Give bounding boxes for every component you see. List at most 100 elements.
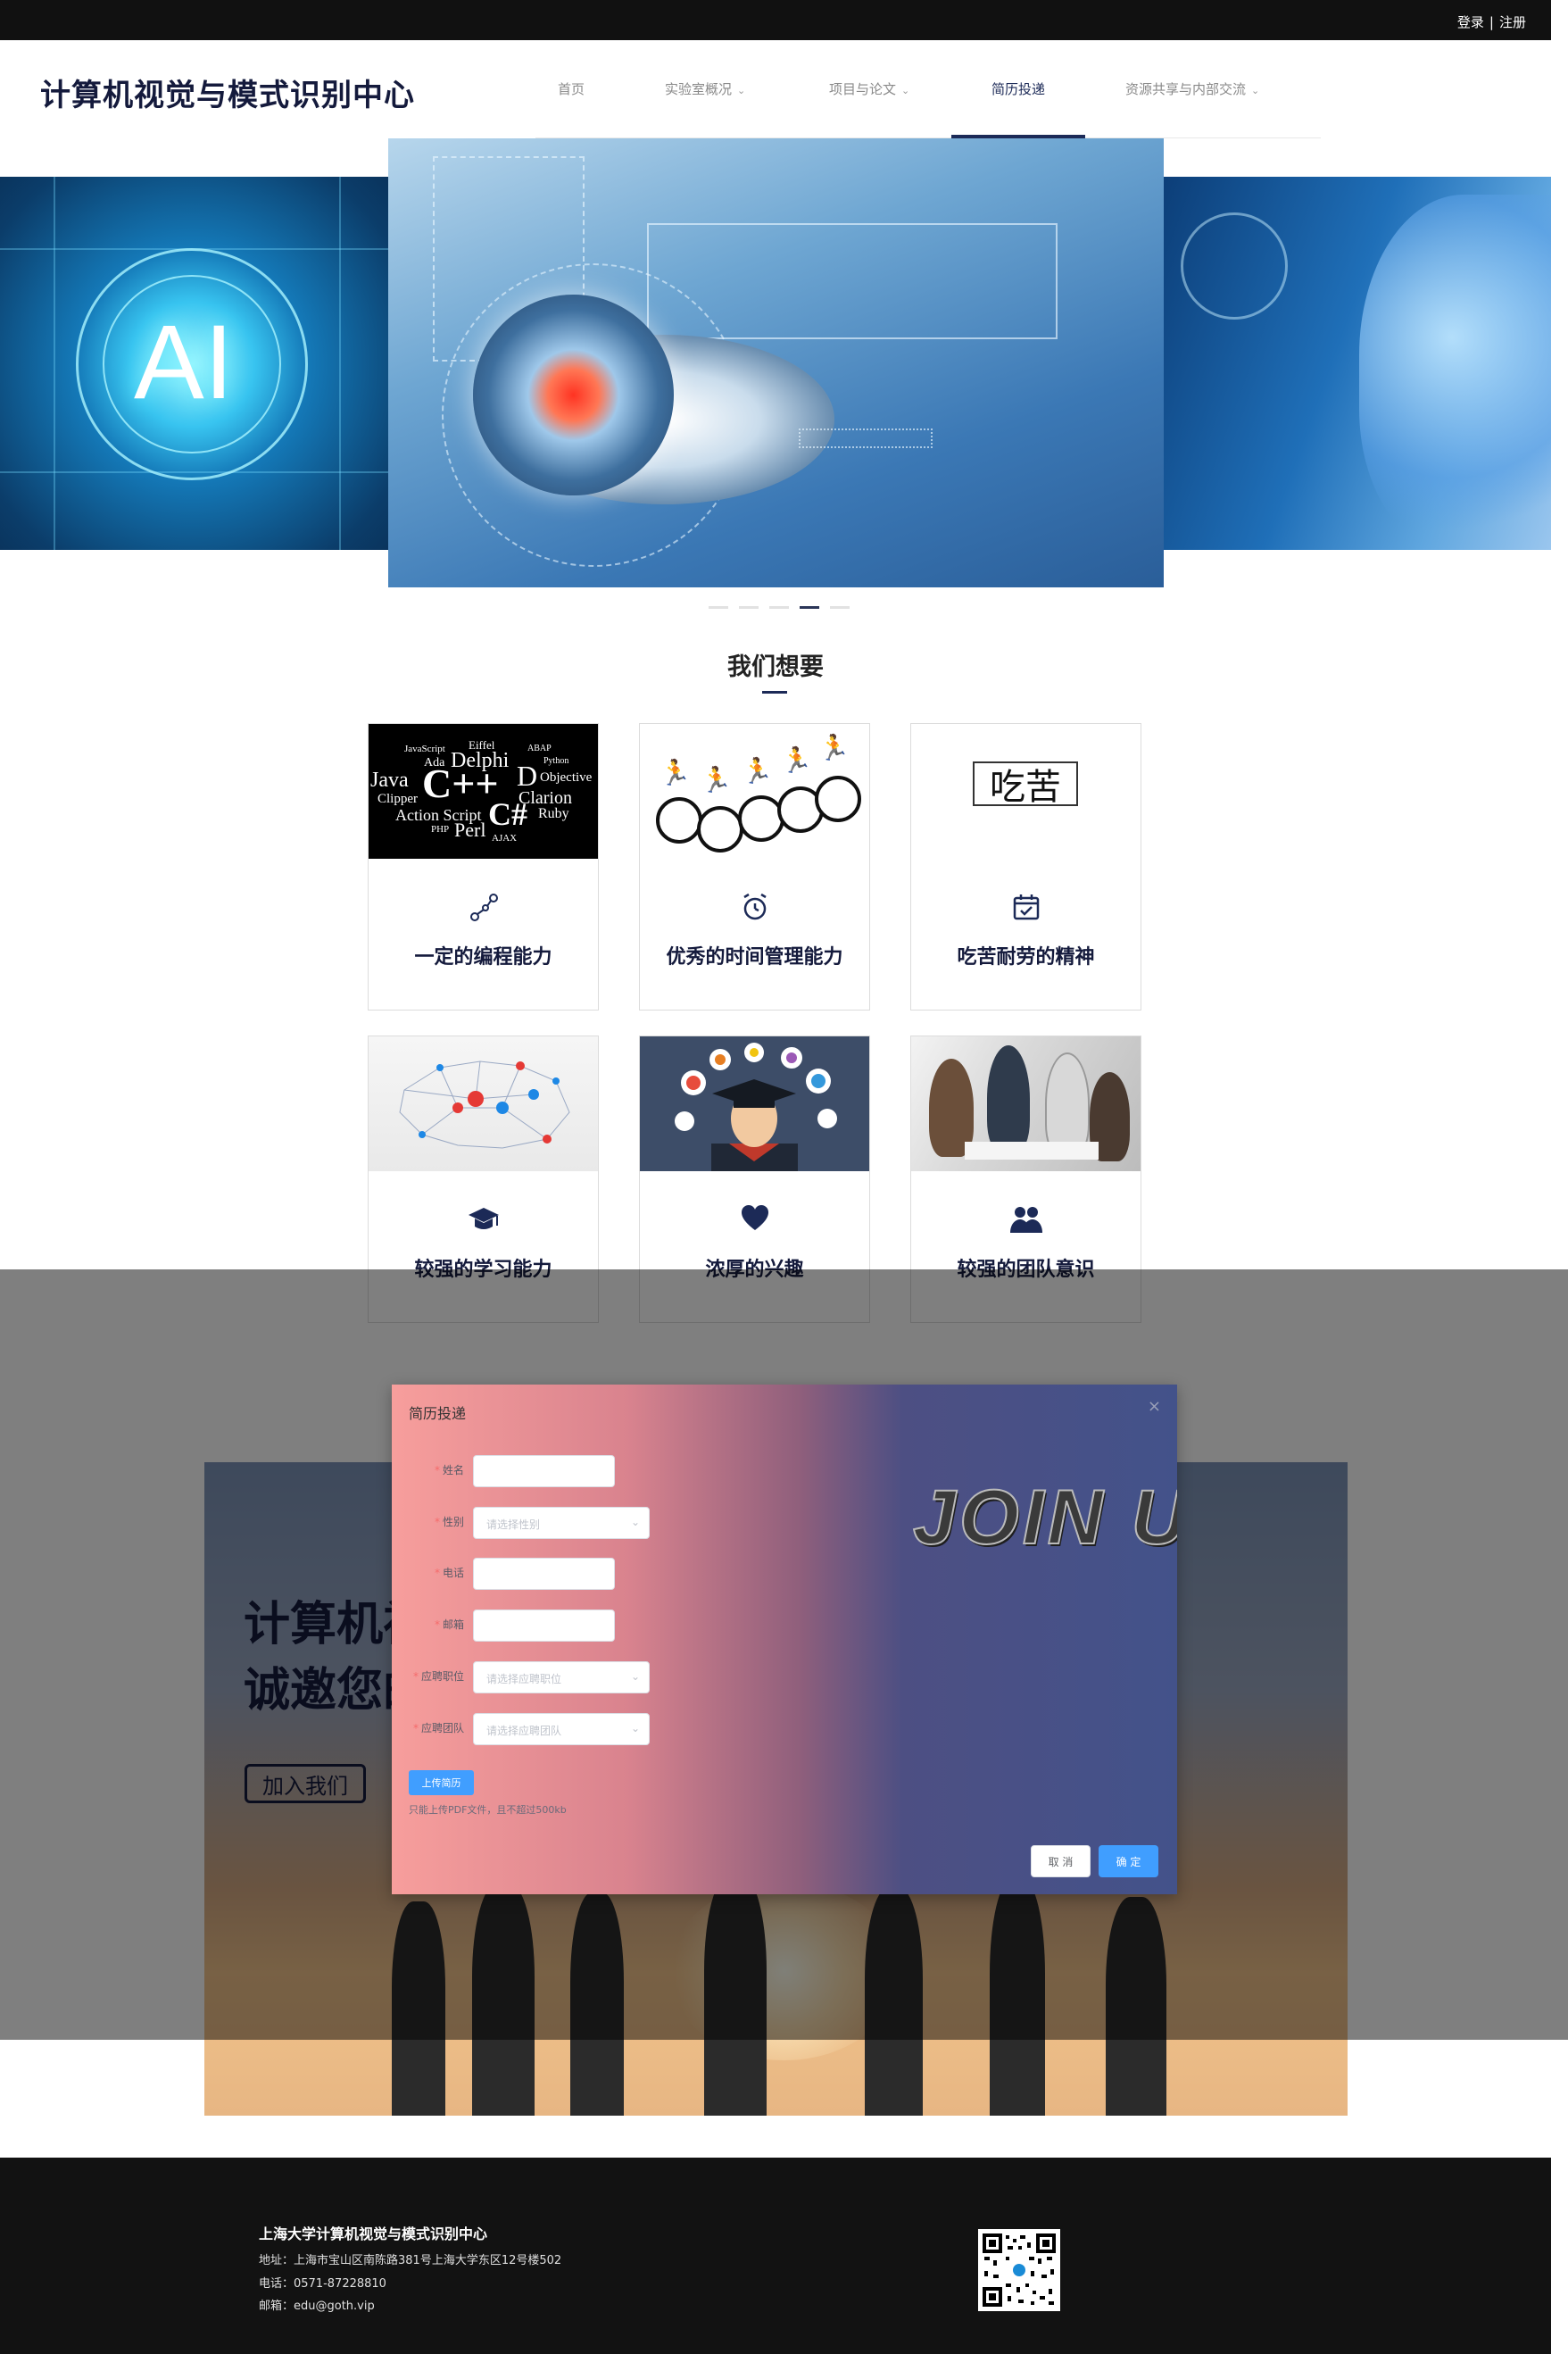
runner-figure: 🏃 [818,733,850,762]
required-mark: * [434,1516,440,1528]
carousel-next-slide[interactable] [1163,177,1551,550]
top-bar: 登录 | 注册 [0,0,1551,40]
chevron-down-icon: ⌄ [630,1516,640,1528]
trait-card-time-management: 🏃 🏃 🏃 🏃 🏃 优秀的时间管理能力 [639,723,870,1011]
kanji-text: 吃苦 [973,761,1078,808]
runner-figure: 🏃 [781,745,812,775]
team-meeting-image [911,1036,1141,1171]
field-label: * 应聘团队 [413,1720,464,1735]
required-mark: * [434,1618,440,1631]
site-logo[interactable]: 计算机视觉与模式识别中心 [40,71,415,114]
cancel-button[interactable]: 取 消 [1031,1845,1091,1877]
position-select[interactable]: 请选择应聘职位 ⌄ [473,1661,650,1693]
running-clocks-image: 🏃 🏃 🏃 🏃 🏃 [640,724,869,859]
graduate-illustration-image [640,1036,869,1171]
nav-item-resume[interactable]: 简历投递 [991,79,1045,98]
select-placeholder: 请选择应聘团队 [486,1725,562,1737]
required-mark: * [434,1464,440,1476]
field-label-text: 应聘团队 [420,1722,464,1734]
graduation-cap-icon [369,1204,598,1242]
field-label-text: 邮箱 [442,1618,464,1631]
trait-label: 吃苦耐劳的精神 [957,946,1095,969]
chevron-down-icon: ⌄ [737,85,746,96]
digital-face-graphic [1359,195,1551,550]
gender-select[interactable]: 请选择性别 ⌄ [473,1507,650,1539]
circuit-line [339,177,341,550]
field-label-text: 性别 [442,1516,464,1528]
nodes-icon [369,892,598,931]
close-icon[interactable]: × [1148,1397,1161,1416]
trait-card-programming: Eiffel Delphi Java C++ D Objective Clari… [368,723,599,1011]
code-word: Ruby [538,806,569,821]
carousel-prev-slide[interactable]: AI [0,177,389,550]
carousel-active-slide[interactable] [388,138,1164,587]
auth-links: 登录 | 注册 [1457,12,1526,31]
table-surface [965,1142,1099,1160]
upload-resume-button[interactable]: 上传简历 [409,1770,474,1795]
carousel-dot[interactable] [709,606,728,609]
ai-graphic-text: AI [134,304,234,421]
glow-ring [1181,212,1288,320]
qr-code-icon [978,2229,1060,2311]
carousel-dot[interactable] [739,606,759,609]
footer-address: 地址：上海市宝山区南陈路381号上海大学东区12号楼502 [259,2254,562,2267]
select-placeholder: 请选择应聘职位 [486,1673,562,1685]
required-mark: * [412,1670,419,1683]
main-nav: 首页 实验室概况 ⌄ 项目与论文 ⌄ 简历投递 资源共享与内部交流 ⌄ [535,40,1321,138]
nav-item-lab-overview[interactable]: 实验室概况 ⌄ [665,79,745,98]
field-label-text: 姓名 [442,1464,464,1476]
code-word: C# [488,796,527,832]
iris-graphic [473,295,674,495]
form-row-gender: * 性别 [392,1507,464,1539]
carousel-dot[interactable] [769,606,789,609]
clock-graphic [656,797,702,844]
nav-item-home[interactable]: 首页 [558,79,585,98]
code-word: PHP [431,824,450,835]
confirm-button[interactable]: 确 定 [1099,1845,1158,1877]
trait-label: 优秀的时间管理能力 [666,946,843,969]
field-label-text: 应聘职位 [420,1670,464,1683]
email-input[interactable] [473,1610,615,1642]
join-us-banner-text: JOIN US [912,1474,1177,1561]
person-figure [987,1045,1030,1152]
name-input[interactable] [473,1455,615,1487]
runner-figure: 🏃 [701,765,732,794]
footer-org-name: 上海大学计算机视觉与模式识别中心 [259,2225,488,2242]
carousel-dot[interactable] [830,606,850,609]
code-word: Clipper [377,792,418,806]
nav-item-resources[interactable]: 资源共享与内部交流 ⌄ [1125,79,1259,98]
form-row-position: * 应聘职位 [392,1661,464,1693]
footer-phone: 电话：0571-87228810 [259,2277,386,2291]
field-label: * 姓名 [435,1462,464,1477]
upload-tip: 只能上传PDF文件，且不超过500kb [409,1804,567,1816]
field-label-text: 电话 [442,1567,464,1579]
nav-item-projects-papers[interactable]: 项目与论文 ⌄ [829,79,909,98]
register-link[interactable]: 注册 [1499,14,1526,30]
calendar-check-icon [911,892,1141,929]
form-row-email: * 邮箱 [392,1610,464,1642]
programming-languages-image: Eiffel Delphi Java C++ D Objective Clari… [369,724,598,859]
clock-graphic [697,806,743,853]
nav-item-label: 项目与论文 [829,81,897,97]
brain-network-image [369,1036,598,1171]
runner-figure: 🏃 [742,756,773,786]
form-row-team: * 应聘团队 [392,1713,464,1745]
heart-icon [640,1204,869,1240]
code-word: Perl [454,819,486,841]
alarm-clock-icon [640,892,869,929]
nav-item-label: 实验室概况 [665,81,733,97]
footer-email[interactable]: 邮箱：edu@goth.vip [259,2296,375,2313]
phone-input[interactable] [473,1558,615,1590]
field-label: * 应聘职位 [413,1668,464,1684]
carousel-dot-active[interactable] [800,606,819,609]
nav-item-label: 首页 [558,81,585,97]
login-link[interactable]: 登录 [1457,14,1484,30]
team-select[interactable]: 请选择应聘团队 ⌄ [473,1713,650,1745]
kanji-image: 吃苦 [911,724,1141,859]
site-footer: 上海大学计算机视觉与模式识别中心 地址：上海市宝山区南陈路381号上海大学东区1… [0,2158,1551,2354]
team-icon [911,1204,1141,1242]
resume-dialog: JOIN US 简历投递 × *姓名 *性别 请选择性别⌄ *电话 *邮箱 *应… [392,1385,1177,1894]
field-label: * 性别 [435,1514,464,1529]
circuit-line [54,177,55,550]
person-figure [1045,1052,1090,1155]
